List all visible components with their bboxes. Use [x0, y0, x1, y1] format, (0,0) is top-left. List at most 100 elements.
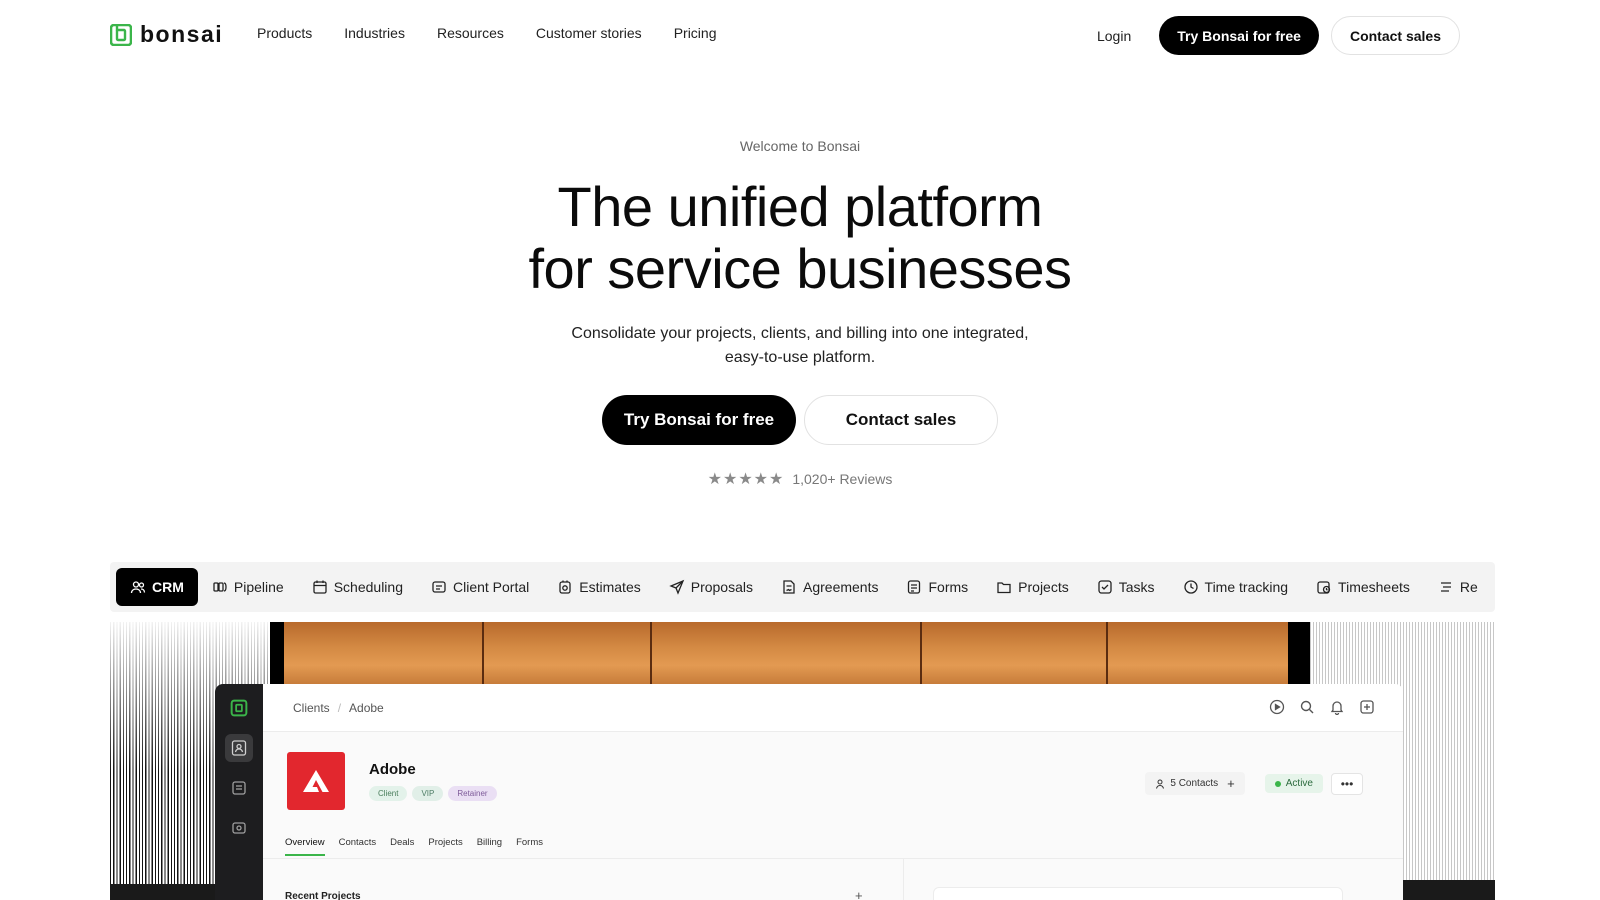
tab-timesheets[interactable]: Timesheets: [1302, 568, 1424, 606]
tab-label: Re: [1459, 579, 1478, 595]
search-icon[interactable]: [1299, 699, 1315, 715]
tab-label: Pipeline: [233, 579, 284, 595]
pipeline-icon: [212, 579, 228, 595]
tab-pipeline[interactable]: Pipeline: [198, 568, 298, 606]
app-window: Clients / Adobe Adobe Client VIP Retaine…: [263, 684, 1403, 900]
breadcrumb-separator: /: [337, 700, 342, 715]
subtab-projects[interactable]: Projects: [428, 837, 462, 856]
tab-reports[interactable]: Re: [1424, 568, 1492, 606]
adobe-logo-icon: [287, 752, 345, 810]
app-logo-icon[interactable]: [225, 694, 253, 722]
hero-headline-line-2: for service businesses: [528, 237, 1072, 300]
tag-chip[interactable]: Retainer: [448, 786, 497, 801]
contacts-icon[interactable]: [225, 734, 253, 762]
documents-icon[interactable]: [225, 774, 253, 802]
wood-seam: [920, 622, 922, 684]
app-topbar: Clients / Adobe: [263, 684, 1403, 732]
add-icon[interactable]: [1359, 699, 1375, 715]
users-icon: [130, 579, 146, 595]
reviews-count: 1,020+ Reviews: [792, 471, 893, 487]
client-actions: 5 Contacts + Active •••: [1145, 772, 1363, 795]
panel-divider: [903, 859, 904, 900]
tab-time-tracking[interactable]: Time tracking: [1169, 568, 1303, 606]
client-subtabs: Overview Contacts Deals Projects Billing…: [285, 837, 543, 856]
nav-link-resources[interactable]: Resources: [437, 25, 504, 41]
nav-links: Products Industries Resources Customer s…: [257, 25, 748, 41]
clock-icon: [1183, 579, 1199, 595]
recent-projects-title: Recent Projects: [285, 891, 361, 900]
tab-crm[interactable]: CRM: [116, 568, 198, 606]
rating-stars-icon: ★★★★★: [707, 471, 785, 488]
tab-agreements[interactable]: Agreements: [767, 568, 892, 606]
login-link[interactable]: Login: [1097, 28, 1131, 44]
tab-projects[interactable]: Projects: [982, 568, 1083, 606]
nav-try-free-button[interactable]: Try Bonsai for free: [1159, 16, 1319, 55]
nav-link-customer-stories[interactable]: Customer stories: [536, 25, 642, 41]
nav-link-products[interactable]: Products: [257, 25, 312, 41]
add-project-icon[interactable]: +: [855, 888, 863, 900]
folder-icon: [996, 579, 1012, 595]
breadcrumb-clients[interactable]: Clients: [293, 701, 330, 715]
tab-label: Agreements: [803, 579, 879, 595]
tab-scheduling[interactable]: Scheduling: [298, 568, 417, 606]
subtab-contacts[interactable]: Contacts: [339, 837, 377, 856]
tab-label: Forms: [928, 579, 969, 595]
hero-headline: The unified platform for service busines…: [0, 176, 1600, 300]
contacts-count: 5 Contacts: [1170, 778, 1219, 789]
wood-seam: [1106, 622, 1108, 684]
tag-chip[interactable]: VIP: [412, 786, 444, 801]
nav-link-pricing[interactable]: Pricing: [674, 25, 717, 41]
tab-label: CRM: [152, 579, 184, 595]
report-icon: [1438, 579, 1454, 595]
play-icon[interactable]: [1269, 699, 1285, 715]
bell-icon[interactable]: [1329, 699, 1345, 715]
summary-card: [933, 887, 1343, 900]
breadcrumb-current: Adobe: [349, 700, 384, 715]
subtab-deals[interactable]: Deals: [390, 837, 414, 856]
tab-estimates[interactable]: Estimates: [543, 568, 654, 606]
subtab-billing[interactable]: Billing: [477, 837, 502, 856]
nav-link-industries[interactable]: Industries: [344, 25, 405, 41]
tab-label: Estimates: [579, 579, 641, 595]
top-nav: bonsai Products Industries Resources Cus…: [0, 0, 1600, 68]
nav-contact-sales-button[interactable]: Contact sales: [1330, 16, 1460, 55]
more-options-icon[interactable]: •••: [1331, 772, 1363, 795]
form-icon: [906, 579, 922, 595]
tab-proposals[interactable]: Proposals: [655, 568, 767, 606]
status-dot: [1274, 780, 1281, 787]
hero-eyebrow: Welcome to Bonsai: [739, 138, 861, 154]
hero-headline-line-1: The unified platform: [557, 175, 1043, 238]
document-sign-icon: [781, 579, 797, 595]
hero-try-free-button[interactable]: Try Bonsai for free: [602, 395, 796, 445]
wood-seam: [482, 622, 484, 684]
subtab-overview[interactable]: Overview: [285, 837, 325, 856]
hero-contact-sales-button[interactable]: Contact sales: [804, 395, 998, 445]
tab-label: Tasks: [1118, 579, 1155, 595]
tag-chip[interactable]: Client: [369, 786, 408, 801]
status-badge[interactable]: Active: [1264, 774, 1323, 793]
tab-client-portal[interactable]: Client Portal: [417, 568, 543, 606]
bonsai-logo-icon: [110, 23, 132, 46]
decorative-wood-panel: [284, 622, 1288, 684]
tab-forms[interactable]: Forms: [892, 568, 982, 606]
subtab-forms[interactable]: Forms: [516, 837, 543, 856]
tab-label: Client Portal: [453, 579, 530, 595]
tab-tasks[interactable]: Tasks: [1083, 568, 1169, 606]
tab-label: Scheduling: [333, 579, 403, 595]
tab-label: Proposals: [690, 579, 753, 595]
tab-label: Timesheets: [1338, 579, 1410, 595]
contacts-button[interactable]: 5 Contacts +: [1145, 772, 1245, 795]
bonsai-logo[interactable]: bonsai: [110, 21, 223, 48]
tab-label: Time tracking: [1204, 579, 1289, 595]
plus-icon[interactable]: +: [1227, 776, 1235, 791]
app-sidebar: [215, 684, 263, 900]
portal-icon: [431, 579, 447, 595]
client-tags: Client VIP Retainer: [369, 786, 497, 801]
hero-subhead: Consolidate your projects, clients, and …: [571, 325, 1029, 366]
client-name: Adobe: [369, 761, 416, 778]
person-icon: [1156, 779, 1165, 789]
brand-name: bonsai: [140, 21, 224, 47]
send-icon: [669, 579, 685, 595]
status-label: Active: [1285, 778, 1313, 789]
billing-icon[interactable]: [225, 814, 253, 842]
